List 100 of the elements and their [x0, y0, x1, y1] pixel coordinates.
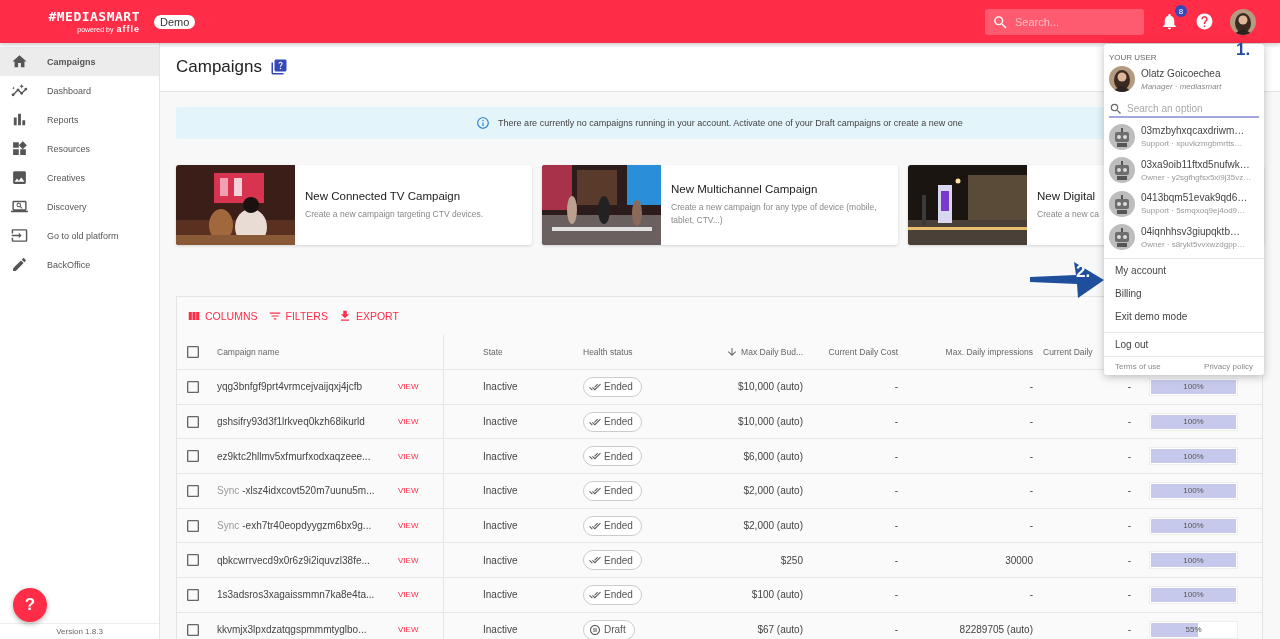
view-link[interactable]: VIEW — [398, 486, 419, 496]
nav-icon — [11, 140, 28, 157]
card-description: Create a new campaign for any type of device (mobile, tablet, CTV...) — [671, 201, 878, 227]
current-value: - — [1127, 450, 1131, 462]
menu-item[interactable]: My account — [1104, 259, 1264, 282]
current-value: - — [1127, 520, 1131, 532]
help-button[interactable] — [1195, 12, 1214, 31]
cost-value: - — [894, 554, 898, 566]
state-text: Inactive — [483, 554, 518, 566]
notifications-button[interactable] — [1160, 12, 1179, 31]
footer-link[interactable]: Privacy policy — [1204, 362, 1253, 371]
version-label: Version 1.8.3 — [56, 627, 103, 636]
view-link[interactable]: VIEW — [398, 590, 419, 600]
logo-brand: affle — [116, 24, 140, 34]
robot-avatar — [1109, 190, 1135, 217]
column-header[interactable]: Max Daily Bud... — [741, 347, 803, 357]
column-header[interactable]: Health status — [583, 347, 633, 357]
demo-badge: Demo — [154, 14, 196, 29]
card-description: Create a new ca — [1037, 207, 1099, 221]
campaign-name: gshsifry93d3f1lrkveq0kzh68ikurld — [217, 416, 365, 428]
column-header[interactable]: State — [483, 347, 503, 357]
view-link[interactable]: VIEW — [398, 625, 419, 635]
impressions-value: - — [1029, 485, 1033, 497]
campaign-card[interactable]: New Multichannel Campaign Create a new campaign for any type of device (mobile, tablet, CTV...) — [542, 165, 898, 245]
sidebar-item[interactable]: Campaigns — [0, 47, 159, 76]
toolbar-button[interactable]: COLUMNS — [187, 309, 258, 323]
current-value: - — [1127, 416, 1131, 428]
toolbar-button[interactable]: FILTERS — [267, 309, 328, 323]
pacing-label: 100% — [1183, 521, 1204, 531]
cost-value: - — [894, 485, 898, 497]
impressions-value: - — [1029, 381, 1033, 393]
footer-link[interactable]: Terms of use — [1115, 362, 1161, 371]
pacing-label: 100% — [1183, 417, 1204, 427]
user-role: Manager · mediasmart — [1141, 81, 1222, 91]
toolbar-button[interactable]: EXPORT — [337, 309, 399, 323]
nav-icon — [11, 227, 28, 244]
columns-icon — [187, 309, 201, 323]
sidebar-item[interactable]: Go to old platform — [0, 221, 159, 250]
sidebar-item[interactable]: Creatives — [0, 163, 159, 192]
info-text: There are currently no campaigns running in your account. Activate one of your Draft campaigns or create a new one — [498, 118, 963, 128]
view-link[interactable]: VIEW — [398, 521, 419, 531]
current-value: - — [1127, 485, 1131, 497]
sidebar-item[interactable]: Discovery — [0, 192, 159, 221]
user-avatar — [1109, 66, 1135, 92]
health-status: Ended — [583, 584, 642, 605]
health-status: Ended — [583, 411, 642, 432]
impressions-value: - — [1029, 589, 1033, 601]
annotation-label: 1. — [1236, 40, 1251, 60]
column-header[interactable]: Current Daily — [1043, 347, 1093, 357]
campaign-name: 1s3adsros3xagaissmmn7ka8e4ta... — [217, 589, 375, 601]
budget-value: $2,000 (auto) — [743, 485, 803, 497]
sidebar-item[interactable]: Reports — [0, 105, 159, 134]
state-text: Inactive — [483, 381, 518, 393]
campaign-name: qbkcwrrvecd9x0r6z9i2iquvzl38fe... — [217, 554, 370, 566]
column-header[interactable]: Current Daily Cost — [828, 347, 898, 357]
nav-icon — [11, 256, 28, 273]
account-item[interactable]: 03mzbyhxqcaxdriwm… Support · xpuvkzmgbmrtts… — [1104, 120, 1264, 154]
budget-value: $67 (auto) — [757, 624, 803, 636]
cost-value: - — [894, 589, 898, 601]
robot-avatar — [1109, 224, 1135, 251]
sort-icon[interactable] — [726, 346, 739, 358]
current-value: - — [1127, 554, 1131, 566]
health-status: Ended — [583, 515, 642, 536]
campaign-name: yqg3bnfgf9prt4vrmcejvaijqxj4jcfb — [217, 381, 363, 393]
campaign-name: Sync -xlsz4idxcovt520m7uunu5m... — [217, 485, 375, 497]
view-link[interactable]: VIEW — [398, 417, 419, 427]
pacing-label: 100% — [1183, 590, 1204, 600]
help-button[interactable]: ? — [13, 588, 47, 622]
campaign-card[interactable]: New Connected TV Campaign Create a new campaign targeting CTV devices. — [176, 165, 532, 245]
option-search-field[interactable]: Search an option — [1109, 100, 1259, 118]
card-description: Create a new campaign targeting CTV devices. — [305, 207, 484, 221]
help-book-icon[interactable] — [270, 58, 288, 76]
nav-icon — [11, 82, 28, 99]
pause-icon — [589, 623, 601, 636]
notification-count: 8 — [1175, 5, 1187, 17]
menu-item[interactable]: Billing — [1104, 282, 1264, 305]
view-link[interactable]: VIEW — [398, 555, 419, 565]
annotation-label: 2. — [1076, 262, 1091, 282]
campaign-name: Sync -exh7tr40eopdyygzm6bx9g... — [217, 520, 372, 532]
state-text: Inactive — [483, 520, 518, 532]
column-header[interactable]: Max. Daily impressions — [945, 347, 1033, 357]
campaign-name: kkvmjx3lpxdzatqgspmmmtyglbo... — [217, 624, 367, 636]
info-icon — [476, 116, 491, 130]
account-item[interactable]: 0413bqm51evak9qd6… Support · 5smqxoq9ej4od9… — [1104, 187, 1264, 221]
column-header[interactable]: Campaign name — [217, 347, 280, 357]
state-text: Inactive — [483, 450, 518, 462]
sidebar-item[interactable]: BackOffice — [0, 250, 159, 279]
current-value: - — [1127, 381, 1131, 393]
sidebar-item[interactable]: Resources — [0, 134, 159, 163]
view-link[interactable]: VIEW — [398, 382, 419, 392]
nav-icon — [11, 111, 28, 128]
menu-item[interactable]: Exit demo mode — [1104, 305, 1264, 328]
budget-value: $2,000 (auto) — [743, 520, 803, 532]
search-icon — [992, 13, 1009, 31]
view-link[interactable]: VIEW — [398, 451, 419, 461]
sidebar-item[interactable]: Dashboard — [0, 76, 159, 105]
logout-item[interactable]: Log out — [1104, 333, 1264, 356]
user-menu-button[interactable] — [1230, 8, 1256, 35]
search-icon — [1109, 102, 1123, 116]
budget-value: $10,000 (auto) — [737, 381, 803, 393]
